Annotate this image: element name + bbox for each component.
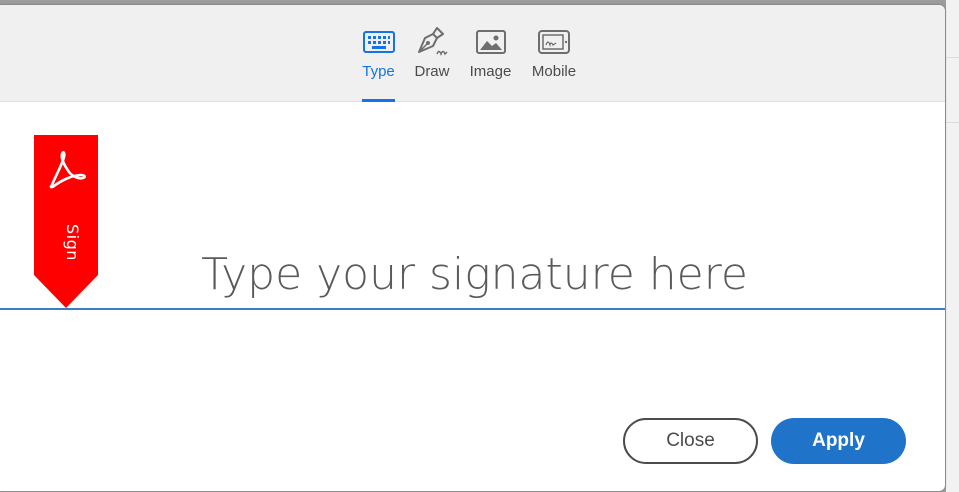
background-panel (946, 0, 959, 492)
tab-type[interactable]: Type (362, 5, 395, 102)
apply-button[interactable]: Apply (771, 418, 906, 464)
signature-dialog: Type Draw Image Mobile Sign Type your si… (0, 5, 945, 491)
adobe-acrobat-icon (42, 145, 90, 198)
tab-mobile-label: Mobile (531, 63, 577, 80)
sign-badge-label: Sign (63, 224, 82, 261)
divider (946, 122, 959, 123)
tab-type-label: Type (362, 63, 395, 80)
mobile-icon (538, 26, 570, 58)
divider (946, 57, 959, 58)
image-icon (475, 26, 506, 58)
signature-input[interactable] (110, 241, 839, 307)
tab-draw-label: Draw (414, 63, 450, 80)
tab-draw[interactable]: Draw (413, 5, 451, 101)
signature-method-tabs: Type Draw Image Mobile (0, 5, 945, 102)
sign-badge: Sign (34, 135, 98, 308)
tab-mobile[interactable]: Mobile (530, 5, 578, 101)
keyboard-icon (362, 26, 395, 58)
pen-icon (415, 26, 449, 58)
tab-image[interactable]: Image (469, 5, 512, 101)
active-tab-indicator (362, 99, 395, 102)
close-button[interactable]: Close (623, 418, 758, 464)
tab-image-label: Image (469, 63, 512, 80)
signature-baseline (0, 308, 945, 310)
